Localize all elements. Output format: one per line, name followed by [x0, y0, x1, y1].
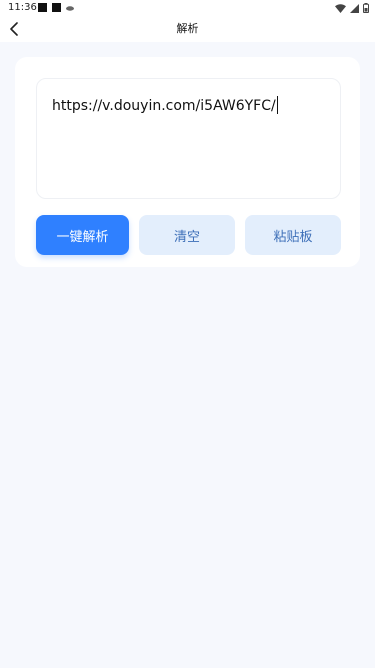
signal-icon: [350, 3, 359, 13]
url-input-value: https://v.douyin.com/i5AW6YFC/: [52, 98, 276, 114]
wifi-icon: [335, 3, 346, 13]
status-bar: 11:36: [0, 0, 375, 16]
parse-button[interactable]: 一键解析: [36, 215, 129, 255]
battery-icon: [363, 3, 369, 13]
top-navigation-bar: 解析: [0, 16, 375, 42]
app-screen: 11:36 解析 https://v.douyin.com/i5AW6YFC/ …: [0, 0, 375, 668]
status-icons: [335, 2, 369, 14]
status-time: 11:36: [8, 2, 37, 13]
clear-button[interactable]: 清空: [139, 215, 235, 255]
text-cursor: [276, 96, 278, 114]
url-input[interactable]: https://v.douyin.com/i5AW6YFC/: [36, 78, 341, 199]
notification-icon: [52, 3, 61, 12]
paste-button[interactable]: 粘贴板: [245, 215, 341, 255]
parse-card: https://v.douyin.com/i5AW6YFC/ 一键解析 清空 粘…: [15, 57, 360, 267]
page-title: 解析: [176, 22, 199, 35]
notification-icon: [38, 3, 47, 12]
cloud-icon: [66, 6, 74, 11]
